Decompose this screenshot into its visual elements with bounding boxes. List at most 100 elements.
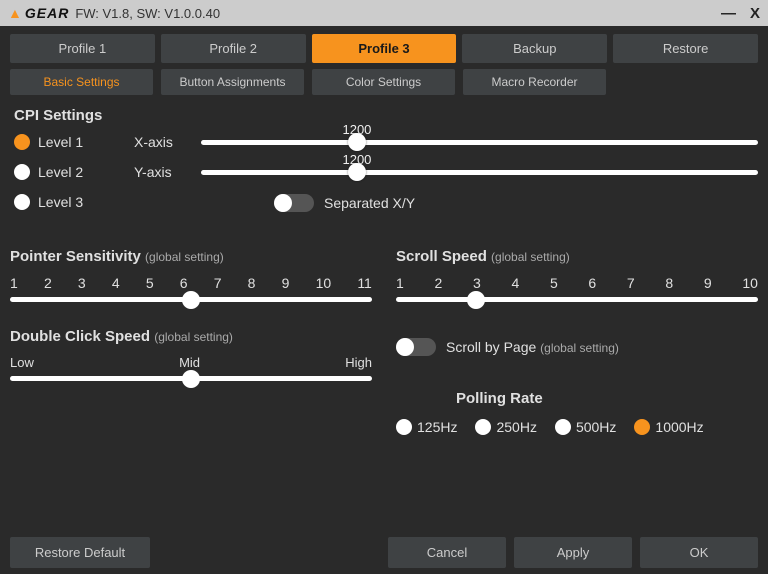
cancel-button[interactable]: Cancel	[388, 537, 506, 568]
tick-label: 10	[316, 275, 332, 291]
version-text: FW: V1.8, SW: V1.0.0.40	[75, 6, 220, 21]
tick-label: 8	[248, 275, 256, 291]
polling-label: 250Hz	[496, 419, 536, 435]
radio-icon	[634, 419, 650, 435]
scroll-speed-slider[interactable]	[396, 297, 758, 302]
scroll-ticks: 12345678910	[396, 275, 758, 291]
radio-icon	[475, 419, 491, 435]
right-column: Scroll Speed (global setting) 1234567891…	[396, 248, 758, 435]
tick-label: 7	[214, 275, 222, 291]
cpi-level-2[interactable]: Level 2	[14, 164, 134, 180]
cpi-level-3[interactable]: Level 3	[14, 194, 134, 210]
tick-label: 5	[146, 275, 154, 291]
polling-rate-section: Polling Rate 125Hz250Hz500Hz1000Hz	[396, 390, 758, 435]
subtab-button-assignments[interactable]: Button Assignments	[161, 69, 304, 95]
title-bar: ▲ GEAR FW: V1.8, SW: V1.0.0.40 — X	[0, 0, 768, 26]
slider-thumb[interactable]	[182, 291, 200, 309]
tab-restore[interactable]: Restore	[613, 34, 758, 63]
double-click-labels: Low Mid High	[10, 355, 372, 370]
level-label: Level 2	[38, 164, 83, 180]
scroll-by-page-row: Scroll by Page (global setting)	[396, 338, 758, 356]
cpi-level-1[interactable]: Level 1	[14, 134, 134, 150]
polling-option-1000Hz[interactable]: 1000Hz	[634, 419, 703, 435]
global-note: (global setting)	[540, 341, 619, 355]
slider-thumb[interactable]	[348, 133, 366, 151]
tick-label: 6	[588, 275, 596, 291]
subtab-basic-settings[interactable]: Basic Settings	[10, 69, 153, 95]
global-note: (global setting)	[145, 250, 224, 264]
radio-icon	[14, 134, 30, 150]
level-label: Level 1	[38, 134, 83, 150]
tick-label: 7	[627, 275, 635, 291]
tick-label: 10	[742, 275, 758, 291]
apply-button[interactable]: Apply	[514, 537, 632, 568]
radio-icon	[14, 194, 30, 210]
scroll-speed-title: Scroll Speed (global setting)	[396, 248, 758, 265]
tick-label: 1	[396, 275, 404, 291]
dcs-high: High	[345, 355, 372, 370]
pointer-sensitivity-title: Pointer Sensitivity (global setting)	[10, 248, 372, 265]
pointer-ticks: 1234567891011	[10, 275, 372, 291]
title-text: Double Click Speed	[10, 328, 150, 345]
radio-icon	[555, 419, 571, 435]
polling-label: 1000Hz	[655, 419, 703, 435]
scroll-by-page-label: Scroll by Page (global setting)	[446, 339, 619, 355]
double-click-title: Double Click Speed (global setting)	[10, 328, 372, 345]
cpi-title: CPI Settings	[14, 107, 758, 124]
tick-label: 1	[10, 275, 18, 291]
subtab-color-settings[interactable]: Color Settings	[312, 69, 455, 95]
tick-label: 2	[434, 275, 442, 291]
pointer-sensitivity-slider[interactable]	[10, 297, 372, 302]
footer-buttons: Restore Default Cancel Apply OK	[10, 537, 758, 568]
label-text: Scroll by Page	[446, 339, 536, 355]
x-axis-label: X-axis	[134, 134, 189, 150]
tick-label: 8	[665, 275, 673, 291]
tick-label: 9	[282, 275, 290, 291]
ok-button[interactable]: OK	[640, 537, 758, 568]
tab-profile-1[interactable]: Profile 1	[10, 34, 155, 63]
lower-settings: Pointer Sensitivity (global setting) 1 2 3…	[10, 248, 758, 435]
title-text: Pointer Sensitivity	[10, 248, 141, 265]
slider-thumb[interactable]	[348, 163, 366, 181]
brand-text: GEAR	[25, 5, 69, 21]
radio-icon	[396, 419, 412, 435]
subtab-macro-recorder[interactable]: Macro Recorder	[463, 69, 606, 95]
tab-profile-2[interactable]: Profile 2	[161, 34, 306, 63]
cpi-settings-section: CPI Settings Level 1 Level 2 Level 3	[10, 107, 758, 224]
tab-profile-3[interactable]: Profile 3	[312, 34, 457, 63]
window-controls: — X	[721, 5, 760, 22]
tick-label: 4	[511, 275, 519, 291]
y-axis-row: Y-axis 1200	[134, 164, 758, 180]
tab-backup[interactable]: Backup	[462, 34, 607, 63]
polling-option-125Hz[interactable]: 125Hz	[396, 419, 457, 435]
tick-label: 11	[357, 275, 372, 291]
slider-thumb[interactable]	[182, 370, 200, 388]
y-axis-slider[interactable]: 1200	[201, 170, 758, 175]
global-note: (global setting)	[154, 330, 233, 344]
tick-label: 3	[78, 275, 86, 291]
double-click-slider[interactable]	[10, 376, 372, 381]
toggle-knob	[274, 194, 292, 212]
level-label: Level 3	[38, 194, 83, 210]
axis-sliders: X-axis 1200 Y-axis 1200	[134, 134, 758, 224]
polling-label: 125Hz	[417, 419, 457, 435]
y-axis-label: Y-axis	[134, 164, 189, 180]
settings-subtabs: Basic Settings Button Assignments Color …	[10, 69, 758, 95]
slider-thumb[interactable]	[467, 291, 485, 309]
separated-xy-toggle-row: Separated X/Y	[274, 194, 758, 212]
dcs-low: Low	[10, 355, 34, 370]
tick-label: 9	[704, 275, 712, 291]
title-text: Scroll Speed	[396, 248, 487, 265]
minimize-button[interactable]: —	[721, 5, 736, 22]
app-window: ▲ GEAR FW: V1.8, SW: V1.0.0.40 — X Profi…	[0, 0, 768, 574]
app-logo: ▲ GEAR	[8, 5, 69, 21]
restore-default-button[interactable]: Restore Default	[10, 537, 150, 568]
close-button[interactable]: X	[750, 5, 760, 22]
scroll-by-page-toggle[interactable]	[396, 338, 436, 356]
tick-label: 6	[180, 275, 188, 291]
tick-label: 4	[112, 275, 120, 291]
polling-option-250Hz[interactable]: 250Hz	[475, 419, 536, 435]
separated-xy-toggle[interactable]	[274, 194, 314, 212]
x-axis-slider[interactable]: 1200	[201, 140, 758, 145]
polling-option-500Hz[interactable]: 500Hz	[555, 419, 616, 435]
